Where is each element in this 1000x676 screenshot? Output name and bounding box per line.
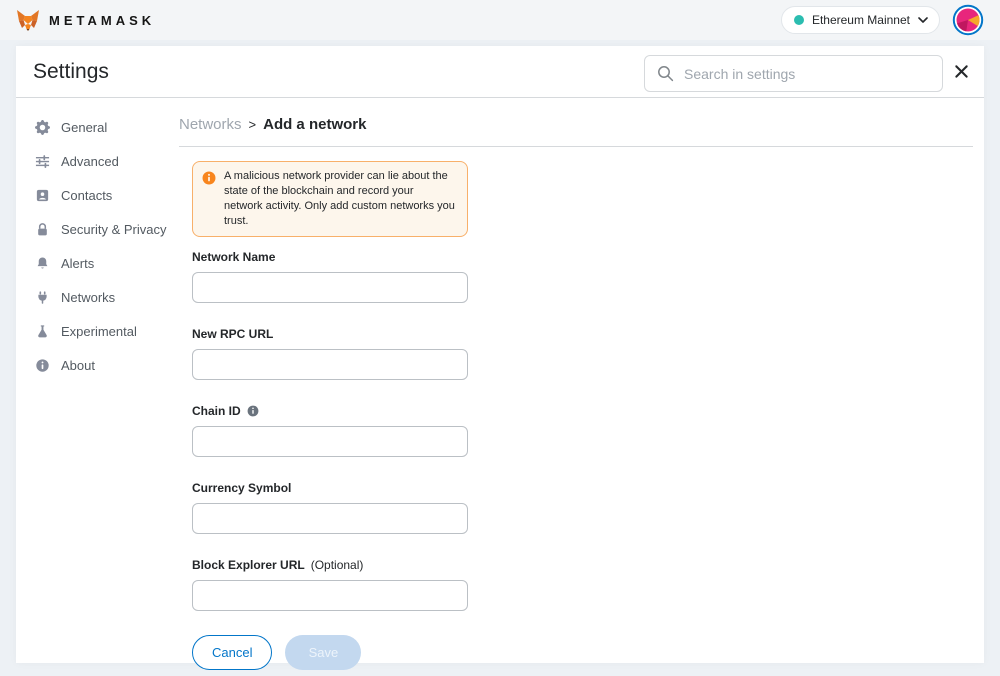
account-avatar[interactable] [952,4,984,36]
sidebar-item-label: Experimental [61,324,137,339]
content-divider [179,146,973,147]
breadcrumb-current: Add a network [263,116,366,133]
cancel-button[interactable]: Cancel [192,635,272,670]
sidebar-item-label: About [61,358,95,373]
field-label: Chain ID [192,404,468,418]
info-icon [34,357,50,373]
page-title: Settings [33,60,109,84]
chevron-down-icon [918,17,928,23]
save-button[interactable]: Save [285,635,361,670]
breadcrumb-separator: > [249,117,257,132]
network-name: Ethereum Mainnet [812,13,910,27]
sidebar-item-alerts[interactable]: Alerts [16,246,163,280]
network-warning-banner: A malicious network provider can lie abo… [192,161,468,237]
close-icon [954,64,969,79]
metamask-brand: METAMASK [16,9,155,31]
sidebar-item-about[interactable]: About [16,348,163,382]
sliders-icon [34,153,50,169]
chain-id-info-icon[interactable] [247,405,259,417]
rpc-url-input[interactable] [192,349,468,380]
close-settings-button[interactable] [953,64,969,80]
sidebar-item-general[interactable]: General [16,110,163,144]
chain-id-input[interactable] [192,426,468,457]
field-network-name: Network Name [192,250,468,303]
search-icon [657,65,674,82]
sidebar-item-experimental[interactable]: Experimental [16,314,163,348]
network-status-dot [794,15,804,25]
sidebar-item-security-privacy[interactable]: Security & Privacy [16,212,163,246]
metamask-fox-icon [16,9,40,31]
field-label: Network Name [192,250,468,264]
sidebar-item-networks[interactable]: Networks [16,280,163,314]
add-network-form: A malicious network provider can lie abo… [192,161,468,670]
plug-icon [34,289,50,305]
field-label: New RPC URL [192,327,468,341]
network-selector[interactable]: Ethereum Mainnet [781,6,940,34]
field-block-explorer-url: Block Explorer URL (Optional) [192,558,468,611]
form-actions: Cancel Save [192,635,468,670]
settings-search-box [644,55,943,92]
warning-text: A malicious network provider can lie abo… [224,169,455,229]
gear-icon [34,119,50,135]
flask-icon [34,323,50,339]
block-explorer-url-input[interactable] [192,580,468,611]
sidebar-item-label: Security & Privacy [61,222,166,237]
search-input[interactable] [684,66,930,82]
breadcrumb-networks-link[interactable]: Networks [179,116,242,133]
currency-symbol-input[interactable] [192,503,468,534]
contact-card-icon [34,187,50,203]
settings-panel: Settings General [16,46,984,663]
alert-info-icon [202,171,216,185]
field-currency-symbol: Currency Symbol [192,481,468,534]
breadcrumb: Networks > Add a network [179,116,973,133]
sidebar-item-label: Alerts [61,256,94,271]
field-label: Currency Symbol [192,481,468,495]
field-chain-id: Chain ID [192,404,468,457]
field-new-rpc-url: New RPC URL [192,327,468,380]
sidebar-item-label: Advanced [61,154,119,169]
settings-header: Settings [16,46,984,98]
bell-icon [34,255,50,271]
settings-content: Networks > Add a network A malicious net… [163,98,984,663]
sidebar-item-label: Contacts [61,188,112,203]
sidebar-item-label: Networks [61,290,115,305]
sidebar-item-advanced[interactable]: Advanced [16,144,163,178]
sidebar-item-label: General [61,120,107,135]
lock-icon [34,221,50,237]
brand-wordmark: METAMASK [49,13,155,28]
field-label: Block Explorer URL (Optional) [192,558,468,572]
optional-note: (Optional) [311,558,364,572]
sidebar-item-contacts[interactable]: Contacts [16,178,163,212]
topbar: METAMASK Ethereum Mainnet [0,0,1000,40]
network-name-input[interactable] [192,272,468,303]
settings-sidebar: General Advanced [16,98,163,663]
